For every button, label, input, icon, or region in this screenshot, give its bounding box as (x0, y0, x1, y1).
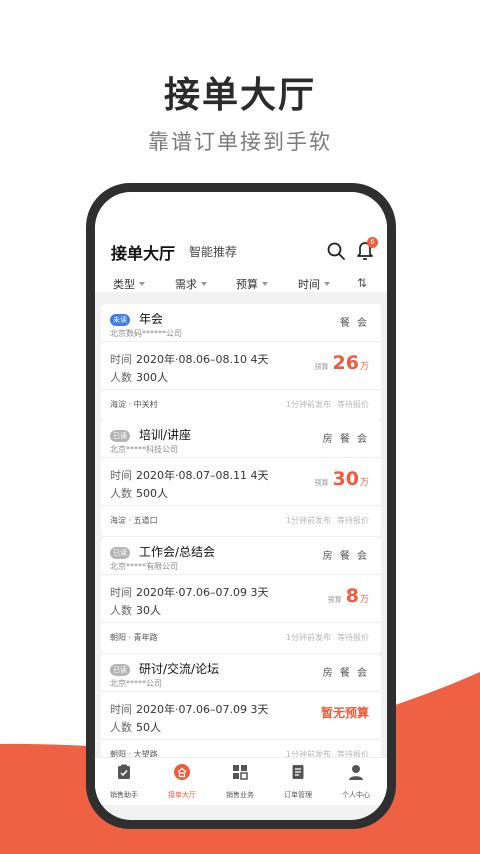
notification-badge: 6 (367, 237, 378, 248)
order-name: 研讨/交流/论坛 (139, 662, 220, 676)
status-badge: 已读 (110, 664, 130, 676)
filter-label: 需求 (175, 278, 197, 291)
bottom-tab-bar: 销售助手 接单大厅 销售业务 订单管理 个人中心 (95, 757, 387, 805)
location: 海淀 · 五道口 (110, 516, 158, 525)
phone-screen: 接单大厅 智能推荐 6 类型 需求 预算 时间 ⇅ 未读 年会 北京数码****… (95, 192, 387, 820)
filter-time[interactable]: 时间 (298, 276, 330, 292)
order-card[interactable]: 已读 工作会/总结会 北京*****有限公司 房 餐 会 时间 2020年·07.… (101, 537, 381, 653)
time-line: 时间 2020年·08.06–08.10 4天 (110, 353, 269, 366)
budget: 预算 26 万 (314, 352, 369, 374)
order-card[interactable]: 已读 培训/讲座 北京*****科技公司 房 餐 会 时间 2020年·08.07… (101, 420, 381, 536)
location: 朝阳 · 青年路 (110, 633, 158, 642)
no-budget-label: 暂无预算 (320, 706, 369, 720)
people-line: 人数 500人 (110, 487, 168, 500)
tab-smart-recommend[interactable]: 智能推荐 (189, 243, 237, 260)
order-card[interactable]: 未读 年会 北京数码******公司 餐 会 时间 2020年·08.06–08.… (101, 304, 381, 420)
order-name: 培训/讲座 (139, 428, 192, 442)
order-name: 年会 (139, 312, 164, 326)
tab-label: 个人中心 (342, 791, 370, 799)
person-icon (349, 765, 363, 780)
service-tags: 房 餐 会 (322, 434, 369, 445)
company-name: 北京数码******公司 (110, 329, 182, 338)
order-card[interactable]: 已读 研讨/交流/论坛 北京*****公司 房 餐 会 时间 2020年·07.0… (101, 654, 381, 770)
status-badge: 已读 (110, 430, 130, 442)
tab-label: 销售助手 (110, 791, 138, 799)
tab-label: 接单大厅 (168, 791, 196, 799)
filter-row: 类型 需求 预算 时间 ⇅ (95, 276, 387, 298)
people-line: 人数 300人 (110, 371, 168, 384)
document-icon (292, 765, 304, 779)
search-icon[interactable] (327, 242, 345, 260)
page-title: 接单大厅 (111, 244, 176, 263)
time-line: 时间 2020年·07.06–07.09 3天 (110, 703, 269, 716)
tab-label: 销售业务 (226, 791, 254, 799)
company-name: 北京*****有限公司 (110, 562, 178, 571)
order-name: 工作会/总结会 (139, 545, 216, 559)
filter-demand[interactable]: 需求 (175, 276, 207, 292)
hero-title: 接单大厅 (163, 75, 316, 116)
card-meta: 1分钟前发布 等待报价 (285, 516, 369, 525)
tab-sales-business[interactable]: 销售业务 (211, 764, 269, 800)
sort-icon[interactable]: ⇅ (357, 276, 367, 290)
budget: 预算 30 万 (314, 468, 369, 490)
tab-label: 订单管理 (284, 791, 312, 799)
tab-order-management[interactable]: 订单管理 (269, 764, 327, 800)
people-line: 人数 50人 (110, 721, 161, 734)
caret-down-icon (201, 282, 207, 286)
budget: 预算 8 万 (327, 585, 369, 607)
status-badge: 已读 (110, 547, 130, 559)
location: 海淀 · 中关村 (110, 400, 158, 409)
card-meta: 1分钟前发布 等待报价 (285, 400, 369, 409)
phone-frame: 接单大厅 智能推荐 6 类型 需求 预算 时间 ⇅ 未读 年会 北京数码****… (86, 183, 396, 829)
tab-sales-assistant[interactable]: 销售助手 (95, 764, 153, 800)
filter-label: 类型 (113, 278, 135, 291)
status-badge: 未读 (110, 314, 130, 326)
tab-profile[interactable]: 个人中心 (327, 764, 385, 800)
filter-label: 预算 (236, 278, 258, 291)
people-line: 人数 30人 (110, 604, 161, 617)
hall-icon (174, 764, 190, 780)
service-tags: 房 餐 会 (322, 668, 369, 679)
grid-icon (233, 765, 248, 780)
time-line: 时间 2020年·08.07–08.11 4天 (110, 469, 269, 482)
filter-type[interactable]: 类型 (113, 276, 145, 292)
time-line: 时间 2020年·07.06–07.09 3天 (110, 586, 269, 599)
card-meta: 1分钟前发布 等待报价 (285, 633, 369, 642)
company-name: 北京*****公司 (110, 679, 162, 688)
clipboard-icon (118, 764, 130, 779)
hero-subtitle: 靠谱订单接到手软 (148, 130, 332, 154)
filter-budget[interactable]: 预算 (236, 276, 268, 292)
company-name: 北京*****科技公司 (110, 445, 178, 454)
caret-down-icon (324, 282, 330, 286)
tab-order-hall[interactable]: 接单大厅 (153, 764, 211, 800)
service-tags: 餐 会 (339, 318, 369, 329)
caret-down-icon (262, 282, 268, 286)
caret-down-icon (139, 282, 145, 286)
filter-label: 时间 (298, 278, 320, 291)
service-tags: 房 餐 会 (322, 551, 369, 562)
